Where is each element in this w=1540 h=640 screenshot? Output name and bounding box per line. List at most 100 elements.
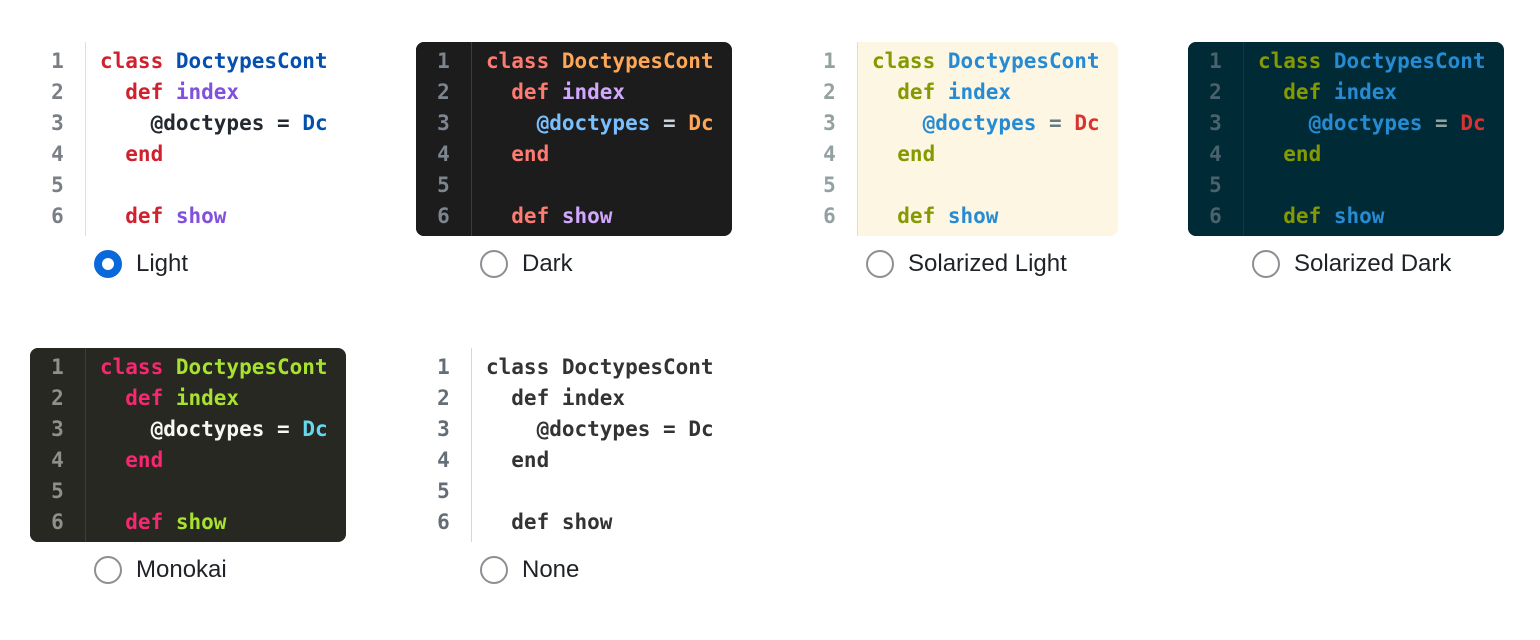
code-line: def index — [872, 77, 1118, 108]
code-preview: class DoctypesCont def index @doctypes =… — [858, 42, 1118, 236]
theme-label-monokai: Monokai — [136, 556, 227, 584]
code-line — [100, 476, 346, 507]
code-line: def show — [1258, 201, 1504, 232]
code-line: def show — [486, 201, 732, 232]
theme-picker: 123456class DoctypesCont def index @doct… — [0, 0, 1540, 626]
line-number: 6 — [30, 507, 85, 538]
theme-radio-row-light[interactable]: Light — [30, 250, 346, 278]
line-number-gutter: 123456 — [416, 348, 472, 542]
theme-option-none[interactable]: 123456class DoctypesCont def index @doct… — [416, 348, 732, 584]
line-number: 6 — [1188, 201, 1243, 232]
line-number-gutter: 123456 — [30, 42, 86, 236]
code-line: def index — [100, 383, 346, 414]
code-preview: class DoctypesCont def index @doctypes =… — [86, 348, 346, 542]
theme-radio-dark[interactable] — [480, 250, 508, 278]
line-number: 5 — [30, 170, 85, 201]
theme-radio-row-none[interactable]: None — [416, 556, 732, 584]
theme-radio-light[interactable] — [94, 250, 122, 278]
line-number: 4 — [30, 139, 85, 170]
code-line: end — [100, 445, 346, 476]
theme-grid: 123456class DoctypesCont def index @doct… — [30, 42, 1510, 584]
code-line — [486, 170, 732, 201]
line-number: 2 — [30, 383, 85, 414]
theme-radio-solarized-light[interactable] — [866, 250, 894, 278]
code-line: def show — [100, 201, 346, 232]
theme-label-light: Light — [136, 250, 188, 278]
code-line: def index — [486, 383, 732, 414]
theme-preview-monokai: 123456class DoctypesCont def index @doct… — [30, 348, 346, 542]
code-line: end — [100, 139, 346, 170]
line-number: 3 — [416, 108, 471, 139]
theme-radio-row-solarized-dark[interactable]: Solarized Dark — [1188, 250, 1504, 278]
line-number: 3 — [1188, 108, 1243, 139]
theme-radio-monokai[interactable] — [94, 556, 122, 584]
line-number: 1 — [416, 352, 471, 383]
code-preview: class DoctypesCont def index @doctypes =… — [472, 348, 732, 542]
theme-option-solarized-dark[interactable]: 123456class DoctypesCont def index @doct… — [1188, 42, 1504, 278]
theme-radio-none[interactable] — [480, 556, 508, 584]
code-line: @doctypes = Dc — [486, 414, 732, 445]
code-line: def show — [100, 507, 346, 538]
theme-label-solarized-dark: Solarized Dark — [1294, 250, 1451, 278]
theme-label-none: None — [522, 556, 579, 584]
line-number: 3 — [30, 414, 85, 445]
code-line: class DoctypesCont — [100, 46, 346, 77]
code-line: @doctypes = Dc — [100, 414, 346, 445]
code-preview: class DoctypesCont def index @doctypes =… — [86, 42, 346, 236]
theme-radio-row-solarized-light[interactable]: Solarized Light — [802, 250, 1118, 278]
line-number: 2 — [416, 77, 471, 108]
code-line: def show — [486, 507, 732, 538]
line-number: 2 — [416, 383, 471, 414]
line-number: 1 — [802, 46, 857, 77]
theme-preview-dark: 123456 class DoctypesCont def index @doct… — [416, 42, 732, 236]
theme-preview-none: 123456class DoctypesCont def index @doct… — [416, 348, 732, 542]
line-number: 5 — [416, 476, 471, 507]
line-number: 6 — [30, 201, 85, 232]
code-preview: class DoctypesCont def index @doctypes =… — [1244, 42, 1504, 236]
line-number: 1 — [30, 352, 85, 383]
theme-option-monokai[interactable]: 123456class DoctypesCont def index @doct… — [30, 348, 346, 584]
code-line: def index — [1258, 77, 1504, 108]
line-number: 5 — [416, 170, 471, 201]
theme-option-light[interactable]: 123456class DoctypesCont def index @doct… — [30, 42, 346, 278]
line-number: 5 — [802, 170, 857, 201]
theme-preview-light: 123456class DoctypesCont def index @doct… — [30, 42, 346, 236]
line-number: 1 — [1188, 46, 1243, 77]
code-line: def index — [486, 77, 732, 108]
line-number: 3 — [802, 108, 857, 139]
theme-option-solarized-light[interactable]: 123456class DoctypesCont def index @doct… — [802, 42, 1118, 278]
code-line: class DoctypesCont — [1258, 46, 1504, 77]
line-number: 2 — [30, 77, 85, 108]
code-line: end — [486, 445, 732, 476]
theme-radio-row-dark[interactable]: Dark — [416, 250, 732, 278]
line-number-gutter: 123456 — [1188, 42, 1244, 236]
theme-option-dark[interactable]: 123456 class DoctypesCont def index @doct… — [416, 42, 732, 278]
code-line: @doctypes = Dc — [486, 108, 732, 139]
line-number: 4 — [1188, 139, 1243, 170]
code-line — [872, 170, 1118, 201]
line-number-gutter: 123456 — [802, 42, 858, 236]
code-line: end — [486, 139, 732, 170]
code-line: class DoctypesCont — [486, 352, 732, 383]
code-line — [486, 476, 732, 507]
code-line: @doctypes = Dc — [872, 108, 1118, 139]
line-number-gutter: 123456 — [416, 42, 472, 236]
code-line: def index — [100, 77, 346, 108]
theme-preview-solarized-dark: 123456class DoctypesCont def index @doct… — [1188, 42, 1504, 236]
code-line: @doctypes = Dc — [1258, 108, 1504, 139]
code-line: class DoctypesCont — [100, 352, 346, 383]
line-number: 4 — [416, 445, 471, 476]
line-number: 5 — [1188, 170, 1243, 201]
line-number-gutter: 123456 — [30, 348, 86, 542]
theme-radio-row-monokai[interactable]: Monokai — [30, 556, 346, 584]
code-line: @doctypes = Dc — [100, 108, 346, 139]
line-number: 6 — [416, 201, 471, 232]
line-number: 2 — [1188, 77, 1243, 108]
theme-preview-solarized-light: 123456class DoctypesCont def index @doct… — [802, 42, 1118, 236]
theme-radio-solarized-dark[interactable] — [1252, 250, 1280, 278]
line-number: 1 — [416, 46, 471, 77]
code-line: end — [1258, 139, 1504, 170]
code-line: def show — [872, 201, 1118, 232]
code-line: class DoctypesCont — [486, 46, 732, 77]
line-number: 4 — [30, 445, 85, 476]
